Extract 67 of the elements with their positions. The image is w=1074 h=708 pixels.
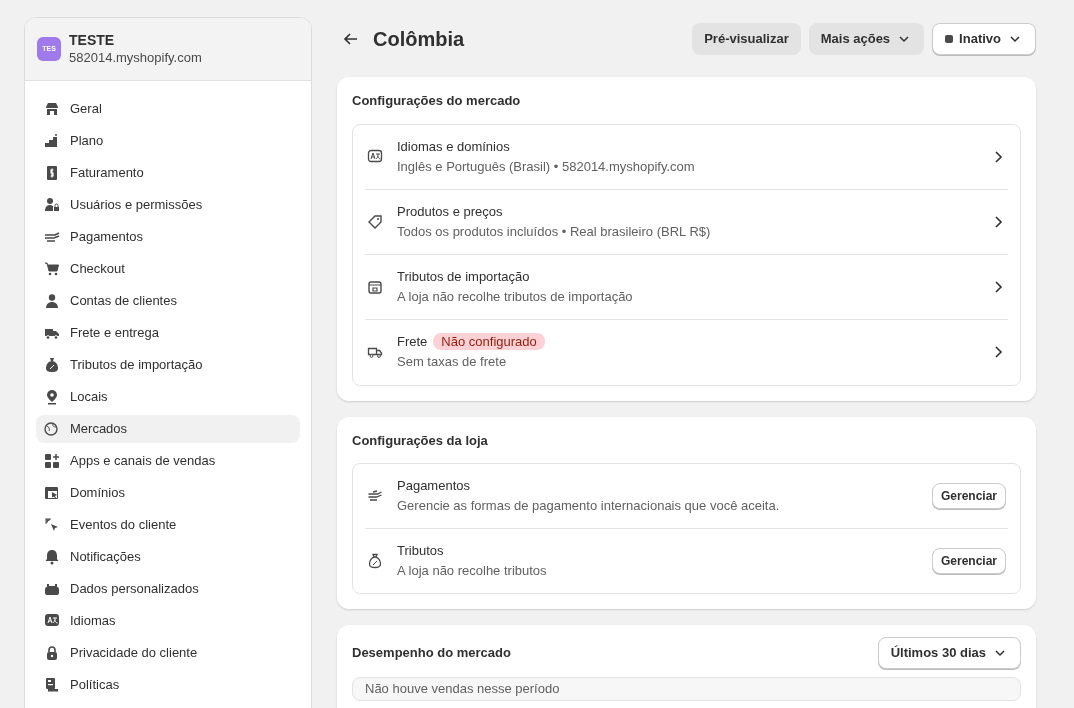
page-title: Colômbia <box>373 27 466 51</box>
empty-state-message: Não houve vendas nesse período <box>352 676 1021 701</box>
row-title: Tributos de importação <box>397 267 531 286</box>
sidebar-item[interactable]: Domínios <box>36 479 300 507</box>
sidebar-item[interactable]: Checkout <box>36 255 300 283</box>
store-name: TESTE <box>69 31 116 49</box>
status-dropdown[interactable]: Inativo <box>932 23 1036 55</box>
steps-icon <box>44 133 60 149</box>
sidebar-item[interactable]: Locais <box>36 383 300 411</box>
sidebar-item[interactable]: Usuários e permissões <box>36 191 300 219</box>
sidebar-item[interactable]: Tributos de importação <box>36 351 300 379</box>
globe-icon <box>44 421 60 437</box>
preview-button[interactable]: Pré-visualizar <box>692 23 801 55</box>
cart-icon <box>44 261 60 277</box>
row-subtitle: Todos os produtos incluídos • Real brasileiro (BRL R$) <box>397 222 712 241</box>
money-bag-icon <box>367 553 383 570</box>
sidebar-item[interactable]: Frete e entrega <box>36 319 300 347</box>
receipt-icon <box>44 165 60 181</box>
status-badge: Não configurado <box>433 333 545 351</box>
row-title: Pagamentos <box>397 477 471 496</box>
row-subtitle: Gerencie as formas de pagamento internacionais que você aceita. <box>397 497 781 516</box>
sidebar-item[interactable]: Dados personalizados <box>36 575 300 603</box>
tag-icon <box>367 213 383 230</box>
row-title: Frete <box>397 334 428 350</box>
sidebar-item[interactable]: Plano <box>36 127 300 155</box>
store-icon <box>44 101 60 117</box>
sidebar-item[interactable]: Pagamentos <box>36 223 300 251</box>
row-subtitle: Inglês e Português (Brasil) • 582014.myshopify.com <box>397 157 696 176</box>
person-icon <box>44 293 60 309</box>
section-title: Configurações do mercado <box>352 93 522 109</box>
translate-icon <box>367 148 383 165</box>
sidebar-item[interactable]: Apps e canais de vendas <box>36 447 300 475</box>
location-pin-icon <box>44 389 60 405</box>
section-title: Desempenho do mercado <box>352 645 511 661</box>
section-title: Configurações da loja <box>352 432 489 449</box>
sidebar-item[interactable]: Contas de clientes <box>36 287 300 315</box>
row-title: Produtos e preços <box>397 202 504 221</box>
package-icon <box>367 278 383 295</box>
sidebar-item[interactable]: Geral <box>36 95 300 123</box>
sidebar-item[interactable]: Privacidade do cliente <box>36 639 300 667</box>
sidebar-item[interactable]: Mercados <box>36 415 300 443</box>
hand-card-icon <box>44 229 60 245</box>
sidebar-item[interactable]: Eventos do cliente <box>36 511 300 539</box>
bell-icon <box>44 549 60 565</box>
translate-icon <box>44 613 60 629</box>
apps-icon <box>44 453 60 469</box>
row-title: Tributos <box>397 542 445 561</box>
sidebar-item[interactable]: Faturamento <box>36 159 300 187</box>
lock-icon <box>44 645 60 661</box>
scroll-icon <box>44 677 60 693</box>
period-dropdown[interactable]: Últimos 30 dias <box>877 637 1021 669</box>
sidebar-item[interactable]: Políticas <box>36 671 300 699</box>
row-subtitle: A loja não recolhe tributos <box>397 562 548 581</box>
money-bag-icon <box>44 357 60 373</box>
manage-button[interactable]: Gerenciar <box>931 548 1006 575</box>
store-domain: 582014.myshopify.com <box>69 49 202 67</box>
sidebar-item[interactable]: Notificações <box>36 543 300 571</box>
row-subtitle: Sem taxas de frete <box>397 353 508 372</box>
browser-icon <box>44 485 60 501</box>
row-title: Idiomas e domínios <box>397 137 511 156</box>
manage-button[interactable]: Gerenciar <box>931 483 1006 510</box>
back-arrow-icon[interactable] <box>343 31 359 47</box>
row-subtitle: A loja não recolhe tributos de importação <box>397 287 634 306</box>
sidebar-item[interactable]: Idiomas <box>36 607 300 635</box>
user-lock-icon <box>44 197 60 213</box>
box-icon <box>44 581 60 597</box>
more-actions-button[interactable]: Mais ações <box>808 23 925 55</box>
